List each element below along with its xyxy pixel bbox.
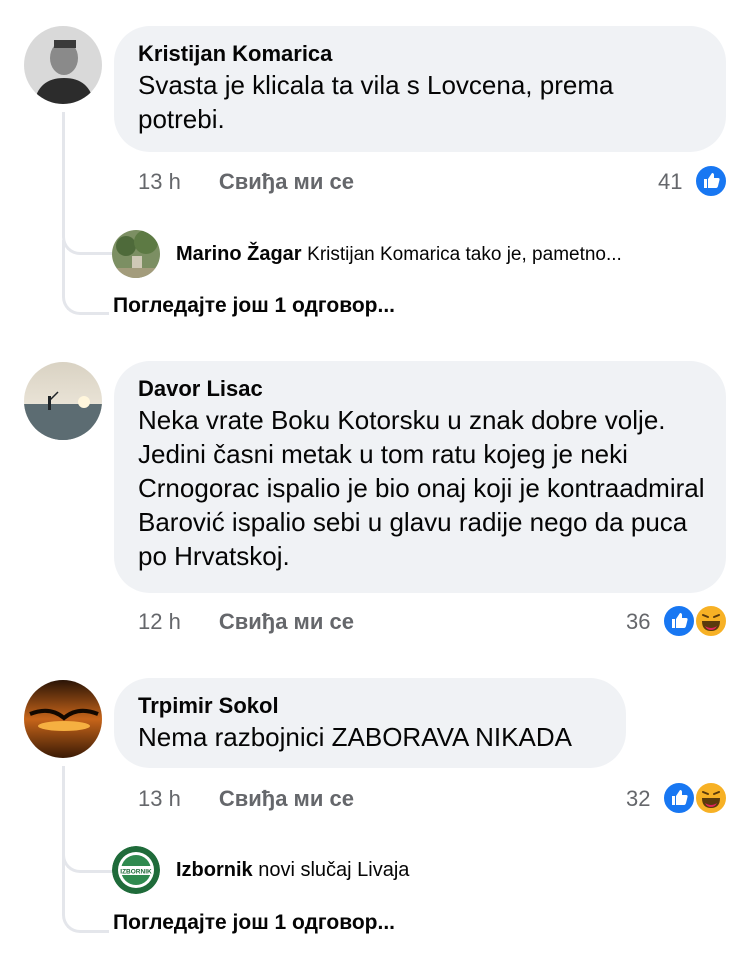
comment-time[interactable]: 13 h xyxy=(138,786,181,811)
comment-time[interactable]: 13 h xyxy=(138,169,181,194)
more-connector xyxy=(62,240,109,315)
haha-icon[interactable] xyxy=(694,604,728,643)
comment-text: Nema razbojnici ZABORAVA NIKADA xyxy=(138,722,572,752)
view-more-replies[interactable]: Погледајте још 1 одговор... xyxy=(113,293,395,319)
more-connector xyxy=(62,858,109,933)
view-more-replies[interactable]: Погледајте још 1 одговор... xyxy=(113,910,395,936)
reply-text: Kristijan Komarica tako je, pametno... xyxy=(307,244,622,265)
reply-author[interactable]: Izbornik xyxy=(176,859,253,881)
comment-author[interactable]: Davor Lisac xyxy=(138,375,702,403)
comment-text: Svasta je klicala ta vila s Lovcena, pre… xyxy=(138,70,614,134)
like-button[interactable]: Свиђа ми се xyxy=(219,786,354,811)
comment-bubble: Davor Lisac Neka vrate Boku Kotorsku u z… xyxy=(114,361,726,593)
reply-preview[interactable]: Izbornik novi slučaj Livaja xyxy=(176,857,409,883)
like-icon[interactable] xyxy=(662,781,696,820)
avatar[interactable]: IZBORNIK xyxy=(112,846,160,894)
reply-text: novi slučaj Livaja xyxy=(258,859,410,881)
logo-text: IZBORNIK xyxy=(120,869,152,876)
reply-preview[interactable]: Marino Žagar Kristijan Komarica tako je,… xyxy=(176,241,622,268)
like-icon[interactable] xyxy=(694,164,728,203)
avatar[interactable] xyxy=(24,362,102,440)
like-icon[interactable] xyxy=(662,604,696,643)
like-button[interactable]: Свиђа ми се xyxy=(219,169,354,194)
reaction-count[interactable]: 41 xyxy=(658,168,682,196)
comment-author[interactable]: Trpimir Sokol xyxy=(138,692,602,720)
reply-author[interactable]: Marino Žagar xyxy=(176,243,302,265)
reaction-count[interactable]: 36 xyxy=(626,608,650,636)
comment-meta: 12 h Свиђа ми се xyxy=(138,608,354,636)
comment-bubble: Kristijan Komarica Svasta je klicala ta … xyxy=(114,26,726,152)
avatar[interactable] xyxy=(112,230,160,278)
comment-meta: 13 h Свиђа ми се xyxy=(138,785,354,813)
comment-author[interactable]: Kristijan Komarica xyxy=(138,40,702,68)
avatar[interactable] xyxy=(24,680,102,758)
like-button[interactable]: Свиђа ми се xyxy=(219,609,354,634)
comment-text: Neka vrate Boku Kotorsku u znak dobre vo… xyxy=(138,405,705,571)
comment-bubble: Trpimir Sokol Nema razbojnici ZABORAVA N… xyxy=(114,678,626,768)
comment-meta: 13 h Свиђа ми се xyxy=(138,168,354,196)
reaction-count[interactable]: 32 xyxy=(626,785,650,813)
comment-time[interactable]: 12 h xyxy=(138,609,181,634)
avatar[interactable] xyxy=(24,26,102,104)
haha-icon[interactable] xyxy=(694,781,728,820)
